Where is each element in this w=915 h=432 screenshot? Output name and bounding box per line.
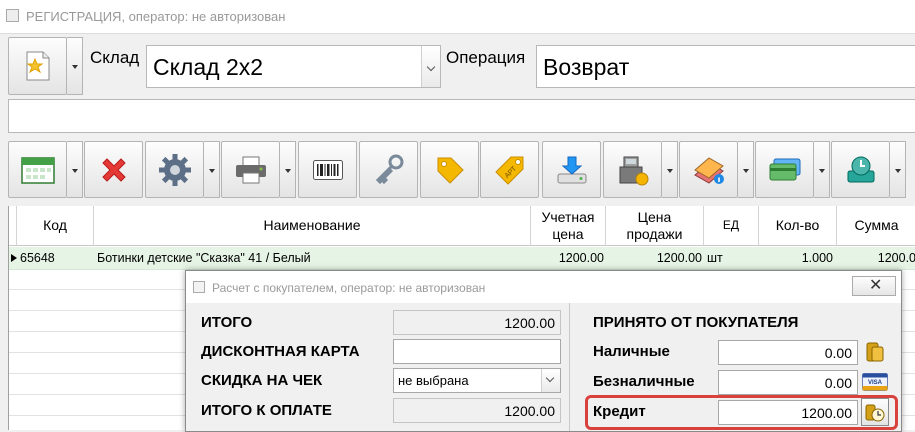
settings-dropdown[interactable] bbox=[204, 141, 220, 198]
dialog-divider bbox=[569, 303, 570, 431]
print-dropdown[interactable] bbox=[280, 141, 296, 198]
window-title: РЕГИСТРАЦИЯ, оператор: не авторизован bbox=[26, 9, 286, 24]
disk-button[interactable] bbox=[831, 141, 890, 198]
books-dropdown[interactable] bbox=[738, 141, 754, 198]
row-pointer-icon bbox=[11, 254, 17, 262]
delete-button[interactable] bbox=[84, 141, 143, 198]
cell-unit: шт bbox=[707, 251, 723, 265]
cash-register-icon bbox=[619, 156, 648, 185]
close-button[interactable]: ✕ bbox=[852, 276, 896, 296]
table-row[interactable]: 65648 Ботинки детские "Сказка" 41 / Белы… bbox=[9, 247, 915, 270]
cash-value: 0.00 bbox=[824, 345, 852, 361]
cash-register-dropdown[interactable] bbox=[662, 141, 678, 198]
check-discount-label: СКИДКА НА ЧЕК bbox=[201, 372, 323, 389]
discount-card-label: ДИСКОНТНАЯ КАРТА bbox=[201, 343, 360, 360]
calendar-dropdown[interactable] bbox=[67, 141, 83, 198]
dialog-title: Расчет с покупателем, оператор: не автор… bbox=[212, 281, 486, 295]
noncash-value: 0.00 bbox=[824, 375, 852, 391]
barcode-button[interactable] bbox=[298, 141, 357, 198]
dialog-titlebar: Расчет с покупателем, оператор: не автор… bbox=[186, 271, 901, 303]
row-indicator-header bbox=[9, 206, 17, 246]
delete-icon bbox=[101, 157, 126, 182]
operation-label: Операция bbox=[446, 48, 526, 67]
price-tag-icon: АРТ bbox=[494, 156, 523, 185]
column-header-uchet-price[interactable]: Учетная цена bbox=[531, 206, 606, 246]
cash-label: Наличные bbox=[593, 343, 670, 360]
key-icon bbox=[375, 154, 403, 184]
chevron-down-icon[interactable] bbox=[541, 369, 560, 392]
column-header-sale-price[interactable]: Цена продажи bbox=[606, 206, 704, 246]
to-pay-label: ИТОГО К ОПЛАТЕ bbox=[201, 402, 332, 419]
column-header-code[interactable]: Код bbox=[17, 206, 94, 246]
cash-input[interactable]: 0.00 bbox=[718, 340, 858, 365]
check-discount-select[interactable]: не выбрана bbox=[393, 368, 561, 393]
cash-register-button[interactable] bbox=[603, 141, 662, 198]
column-header-qty[interactable]: Кол-во bbox=[759, 206, 837, 246]
calendar-icon bbox=[20, 156, 55, 184]
discount-card-input[interactable] bbox=[393, 339, 561, 364]
card-button[interactable] bbox=[755, 141, 814, 198]
art-tag-button[interactable]: АРТ bbox=[480, 141, 539, 198]
window-titlebar: РЕГИСТРАЦИЯ, оператор: не авторизован bbox=[0, 0, 915, 34]
comment-field[interactable] bbox=[8, 99, 915, 133]
key-button[interactable] bbox=[359, 141, 418, 198]
barcode-icon bbox=[312, 159, 343, 180]
gear-icon bbox=[158, 153, 191, 186]
disk-dropdown[interactable] bbox=[890, 141, 906, 198]
cell-qty: 1.000 bbox=[801, 251, 833, 265]
chevron-down-icon[interactable] bbox=[421, 46, 440, 87]
cell-code: 65648 bbox=[20, 251, 55, 265]
new-document-button[interactable] bbox=[8, 37, 67, 95]
itogo-value: 1200.00 bbox=[504, 315, 555, 331]
itogo-field: 1200.00 bbox=[393, 310, 561, 335]
svg-text:VISA: VISA bbox=[868, 380, 883, 386]
noncash-label: Безналичные bbox=[593, 373, 695, 390]
card-icon bbox=[769, 158, 800, 180]
download-icon bbox=[557, 156, 586, 183]
sklad-value: Склад 2x2 bbox=[153, 54, 264, 80]
operation-value: Возврат bbox=[543, 54, 630, 80]
app-icon bbox=[6, 9, 19, 22]
tag-icon bbox=[437, 157, 464, 184]
close-icon: ✕ bbox=[869, 277, 883, 294]
download-button[interactable] bbox=[542, 141, 601, 198]
cell-name: Ботинки детские "Сказка" 41 / Белый bbox=[97, 251, 311, 265]
new-document-icon bbox=[26, 51, 50, 81]
books-icon bbox=[693, 156, 724, 184]
column-header-unit[interactable]: ЕД bbox=[704, 206, 759, 246]
card-dropdown[interactable] bbox=[814, 141, 830, 198]
sklad-label: Склад bbox=[90, 48, 140, 67]
sklad-select[interactable]: Склад 2x2 bbox=[146, 45, 441, 88]
noncash-input[interactable]: 0.00 bbox=[718, 370, 858, 395]
printer-icon bbox=[235, 156, 266, 183]
new-document-dropdown[interactable] bbox=[67, 37, 83, 95]
cell-sale-price: 1200.00 bbox=[656, 251, 702, 265]
check-discount-value: не выбрана bbox=[398, 373, 469, 388]
settings-button[interactable] bbox=[145, 141, 204, 198]
tag-button[interactable] bbox=[420, 141, 479, 198]
cell-sum: 1200.0 bbox=[877, 251, 915, 265]
cell-uchet-price: 1200.00 bbox=[558, 251, 604, 265]
dialog-app-icon bbox=[193, 281, 205, 293]
received-heading: ПРИНЯТО ОТ ПОКУПАТЕЛЯ bbox=[593, 314, 799, 331]
print-button[interactable] bbox=[221, 141, 280, 198]
calendar-button[interactable] bbox=[8, 141, 67, 198]
operation-field[interactable]: Возврат bbox=[536, 45, 915, 88]
books-button[interactable] bbox=[679, 141, 738, 198]
column-header-name[interactable]: Наименование bbox=[94, 206, 531, 246]
credit-highlight bbox=[585, 395, 898, 430]
to-pay-value: 1200.00 bbox=[504, 403, 555, 419]
itogo-label: ИТОГО bbox=[201, 314, 253, 331]
visa-card-icon[interactable]: VISA bbox=[862, 373, 888, 391]
cash-coins-icon[interactable] bbox=[864, 341, 886, 363]
to-pay-field: 1200.00 bbox=[393, 398, 561, 423]
column-header-sum[interactable]: Сумма bbox=[837, 206, 915, 246]
disk-icon bbox=[847, 156, 874, 182]
